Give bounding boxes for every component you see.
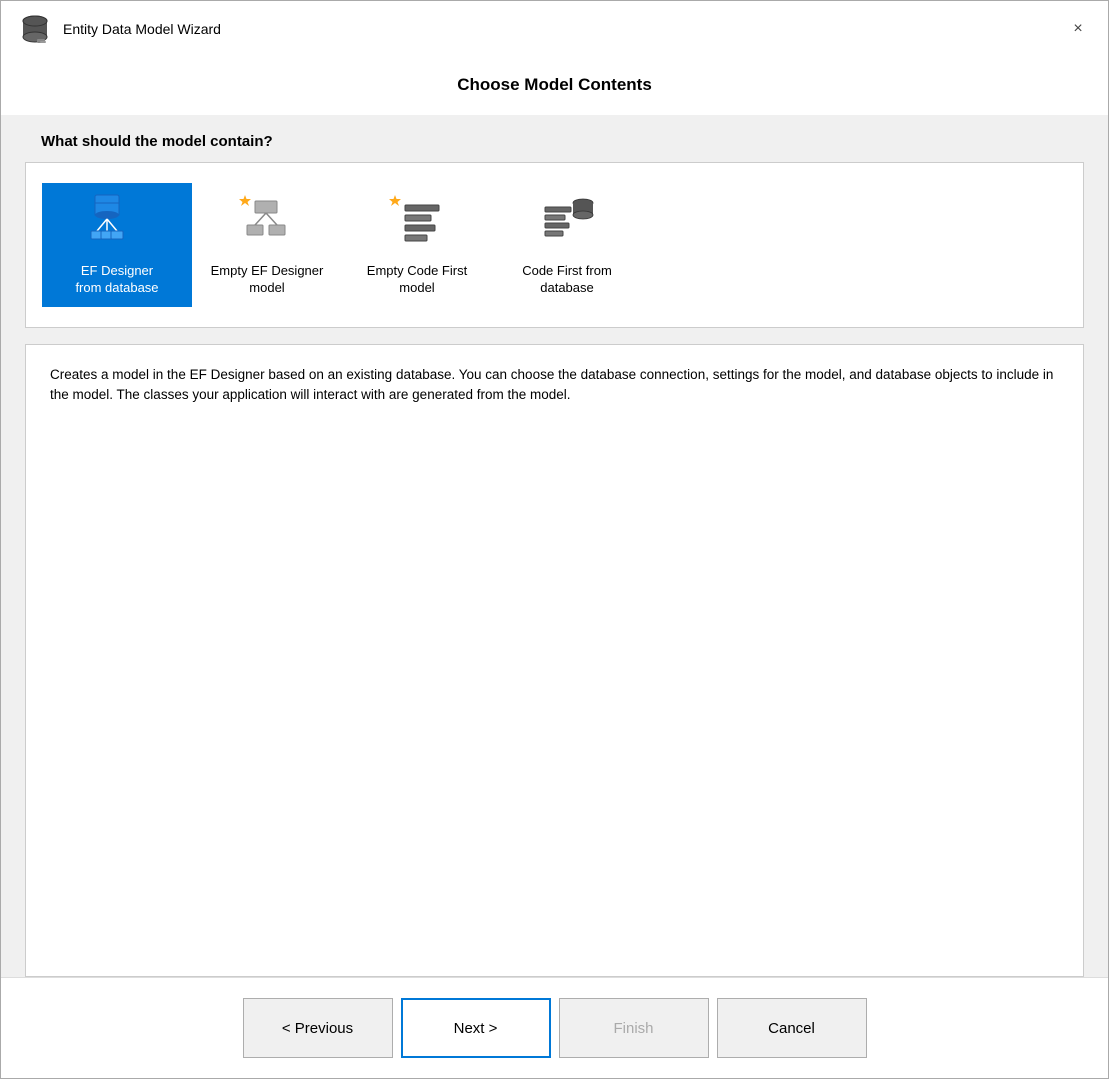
dialog-window: Entity Data Model Wizard × Choose Model … [0,0,1109,1079]
main-content: What should the model contain? [1,115,1108,977]
section-question: What should the model contain? [25,115,1084,162]
next-button[interactable]: Next > [401,998,551,1058]
finish-button[interactable]: Finish [559,998,709,1058]
option-empty-ef-designer[interactable]: Empty EF Designer model [192,183,342,307]
title-bar: Entity Data Model Wizard × [1,1,1108,57]
database-icon [17,11,53,47]
option-empty-code-label: Empty Code First model [350,263,484,297]
model-options-container: EF Designerfrom database E [25,162,1084,328]
empty-ef-designer-icon [237,193,297,253]
option-ef-designer-label: EF Designerfrom database [75,263,158,297]
header-section: Choose Model Contents [1,57,1108,115]
option-code-first-db[interactable]: Code First from database [492,183,642,307]
option-empty-code-first[interactable]: Empty Code First model [342,183,492,307]
page-title: Choose Model Contents [41,75,1068,95]
empty-code-first-icon [387,193,447,253]
previous-button[interactable]: < Previous [243,998,393,1058]
description-text: Creates a model in the EF Designer based… [50,365,1059,406]
option-empty-ef-label: Empty EF Designer model [200,263,334,297]
dialog-title: Entity Data Model Wizard [63,21,221,37]
footer: < Previous Next > Finish Cancel [1,977,1108,1078]
option-ef-designer[interactable]: EF Designerfrom database [42,183,192,307]
description-box: Creates a model in the EF Designer based… [25,344,1084,977]
ef-designer-icon [87,193,147,253]
cancel-button[interactable]: Cancel [717,998,867,1058]
code-first-db-icon [537,193,597,253]
option-code-first-db-label: Code First from database [500,263,634,297]
close-button[interactable]: × [1064,15,1092,43]
